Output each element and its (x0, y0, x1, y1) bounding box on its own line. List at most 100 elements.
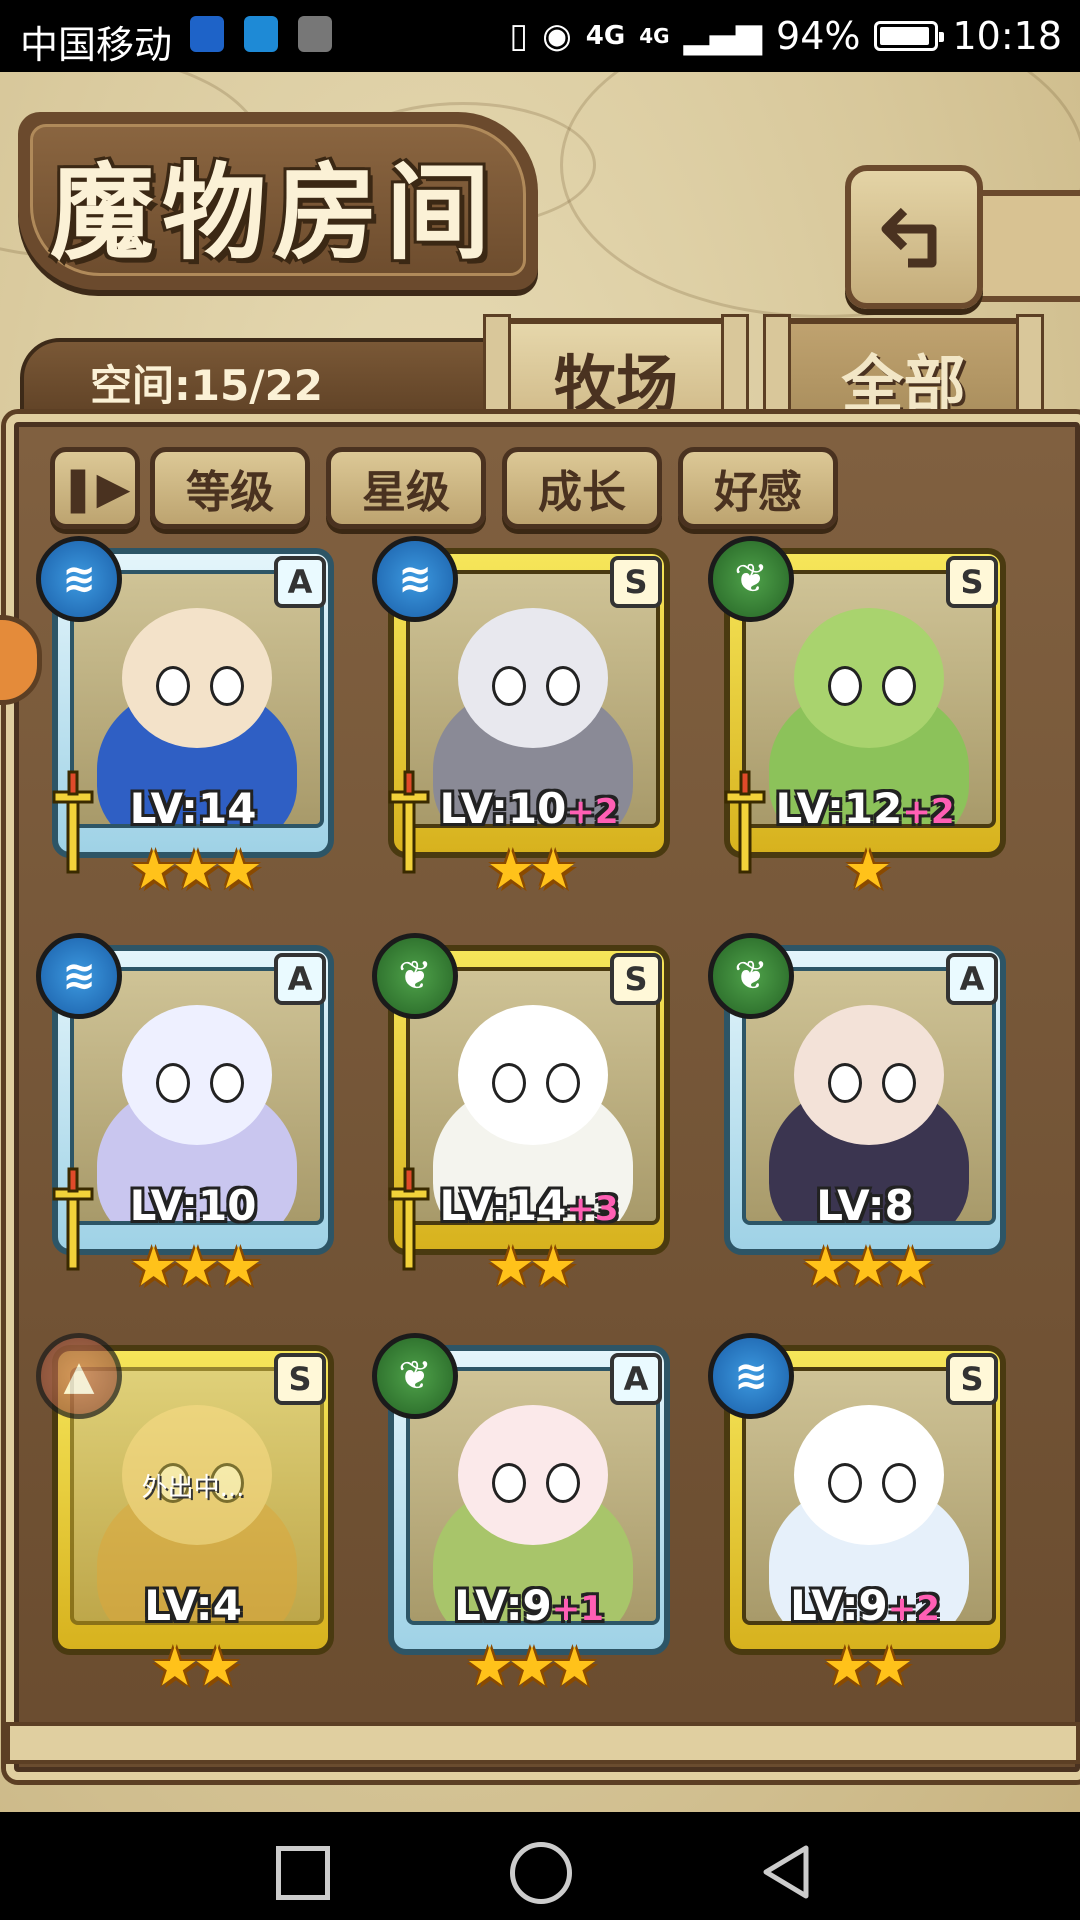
rank-badge: A (610, 1353, 662, 1405)
recent-apps-button[interactable] (276, 1846, 330, 1900)
star-icon: ★ (529, 1235, 577, 1298)
back-nav-button[interactable] (758, 1842, 812, 1902)
level-bonus: +2 (902, 792, 955, 832)
sort-order-toggle[interactable]: ❚▶ (50, 447, 140, 529)
monster-card[interactable]: S ❦ LV:12+2 ★ (708, 536, 1006, 901)
star-icon: ★ (822, 1635, 871, 1698)
image-notification-icon (298, 16, 332, 52)
status-label: 外出中... (141, 1473, 245, 1503)
vibrate-icon: ▯ (509, 16, 529, 56)
monster-card[interactable]: A ≋ LV:14 ★★★ (36, 536, 334, 901)
status-bar: 中国移动 ▯ ◉ 4G 4G ▂▄▆ 94% 10:18 (0, 0, 1080, 72)
level-value: LV:8 (816, 1181, 914, 1230)
wifi-hotspot-icon (190, 16, 224, 52)
level-value: LV:12 (775, 784, 903, 833)
space-counter: 空间:15/22 (90, 361, 324, 410)
navigation-bar (0, 1812, 1080, 1920)
back-button-rail (970, 190, 1080, 302)
water-element-icon: ≋ (708, 1333, 794, 1419)
tab-label: 全部 (841, 348, 966, 421)
rank-badge: A (274, 556, 326, 608)
monster-card[interactable]: A ❦ LV:8 ★★★ (708, 933, 1006, 1298)
rank-badge: S (946, 556, 998, 608)
star-rating: ★★★ (388, 1635, 670, 1698)
level-bonus: +2 (566, 792, 619, 832)
rank-badge: S (610, 556, 662, 608)
star-rating: ★★ (388, 1235, 670, 1298)
level-value: LV:10 (129, 1181, 257, 1230)
wood-element-icon: ❦ (372, 933, 458, 1019)
star-icon: ★ (129, 838, 177, 901)
home-button[interactable] (510, 1842, 572, 1904)
water-element-icon: ≋ (36, 536, 122, 622)
star-icon: ★ (171, 838, 220, 901)
network-type-label-2: 4G (639, 24, 670, 48)
battery-percent: 94% (776, 14, 861, 58)
rank-badge: S (274, 1353, 326, 1405)
panel-bottom-rail (6, 1722, 1080, 1764)
star-rating: ★★ (52, 1635, 334, 1698)
monster-card[interactable]: S ❦ LV:14+3 ★★ (372, 933, 670, 1298)
star-icon: ★ (150, 1635, 199, 1698)
star-icon: ★ (214, 1235, 262, 1298)
level-label: LV:10+2 (388, 784, 670, 833)
page-title: 魔物房间 (50, 151, 499, 274)
star-rating: ★★★ (724, 1235, 1006, 1298)
star-icon: ★ (529, 838, 577, 901)
level-label: LV:8 (724, 1181, 1006, 1230)
level-value: LV:14 (439, 1181, 567, 1230)
sort-by-growth-button[interactable]: 成长 (502, 447, 662, 529)
signal-icon: ▂▄▆ (683, 16, 763, 56)
star-icon: ★ (550, 1635, 598, 1698)
back-button[interactable] (845, 165, 983, 309)
level-label: LV:9+2 (724, 1581, 1006, 1630)
star-rating: ★ (724, 838, 1006, 901)
level-label: LV:14 (52, 784, 334, 833)
star-icon: ★ (486, 838, 535, 901)
sort-order-icon: ❚▶ (59, 462, 131, 514)
sort-by-level-button[interactable]: 等级 (150, 447, 310, 529)
level-label: LV:14+3 (388, 1181, 670, 1230)
star-icon: ★ (129, 1235, 177, 1298)
level-value: LV:14 (129, 784, 257, 833)
wood-element-icon: ❦ (372, 1333, 458, 1419)
star-icon: ★ (801, 1235, 849, 1298)
clock: 10:18 (952, 14, 1062, 58)
return-arrow-icon (881, 207, 937, 268)
star-rating: ★★ (388, 838, 670, 901)
star-icon: ★ (843, 1235, 892, 1298)
star-icon: ★ (465, 1635, 513, 1698)
monster-card[interactable]: A ≋ LV:10 ★★★ (36, 933, 334, 1298)
star-icon: ★ (486, 1235, 535, 1298)
earth-element-icon: ▲ (36, 1333, 122, 1419)
star-icon: ★ (886, 1235, 934, 1298)
monster-card[interactable]: A ❦ LV:9+1 ★★★ (372, 1333, 670, 1698)
sort-by-star-button[interactable]: 星级 (326, 447, 486, 529)
rank-badge: S (610, 953, 662, 1005)
sort-by-affection-button[interactable]: 好感 (678, 447, 838, 529)
star-icon: ★ (843, 838, 892, 901)
carrier-label: 中国移动 (20, 23, 173, 67)
monster-card[interactable]: S ▲ 外出中... LV:4 ★★ (36, 1333, 334, 1698)
level-bonus: +1 (551, 1589, 604, 1629)
eye-icon: ◉ (542, 16, 572, 56)
wood-element-icon: ❦ (708, 933, 794, 1019)
star-rating: ★★ (724, 1635, 1006, 1698)
level-label: LV:4 (52, 1581, 334, 1630)
star-icon: ★ (214, 838, 262, 901)
monster-card[interactable]: S ≋ LV:10+2 ★★ (372, 536, 670, 901)
rank-badge: A (946, 953, 998, 1005)
tab-label: 牧场 (553, 348, 678, 421)
monster-card[interactable]: S ≋ LV:9+2 ★★ (708, 1333, 1006, 1698)
rank-badge: A (274, 953, 326, 1005)
level-label: LV:9+1 (388, 1581, 670, 1630)
star-icon: ★ (171, 1235, 220, 1298)
rank-badge: S (946, 1353, 998, 1405)
wood-element-icon: ❦ (708, 536, 794, 622)
level-label: LV:12+2 (724, 784, 1006, 833)
level-value: LV:9 (454, 1581, 552, 1630)
water-element-icon: ≋ (372, 536, 458, 622)
star-icon: ★ (193, 1635, 241, 1698)
level-label: LV:10 (52, 1181, 334, 1230)
battery-icon (874, 21, 945, 51)
